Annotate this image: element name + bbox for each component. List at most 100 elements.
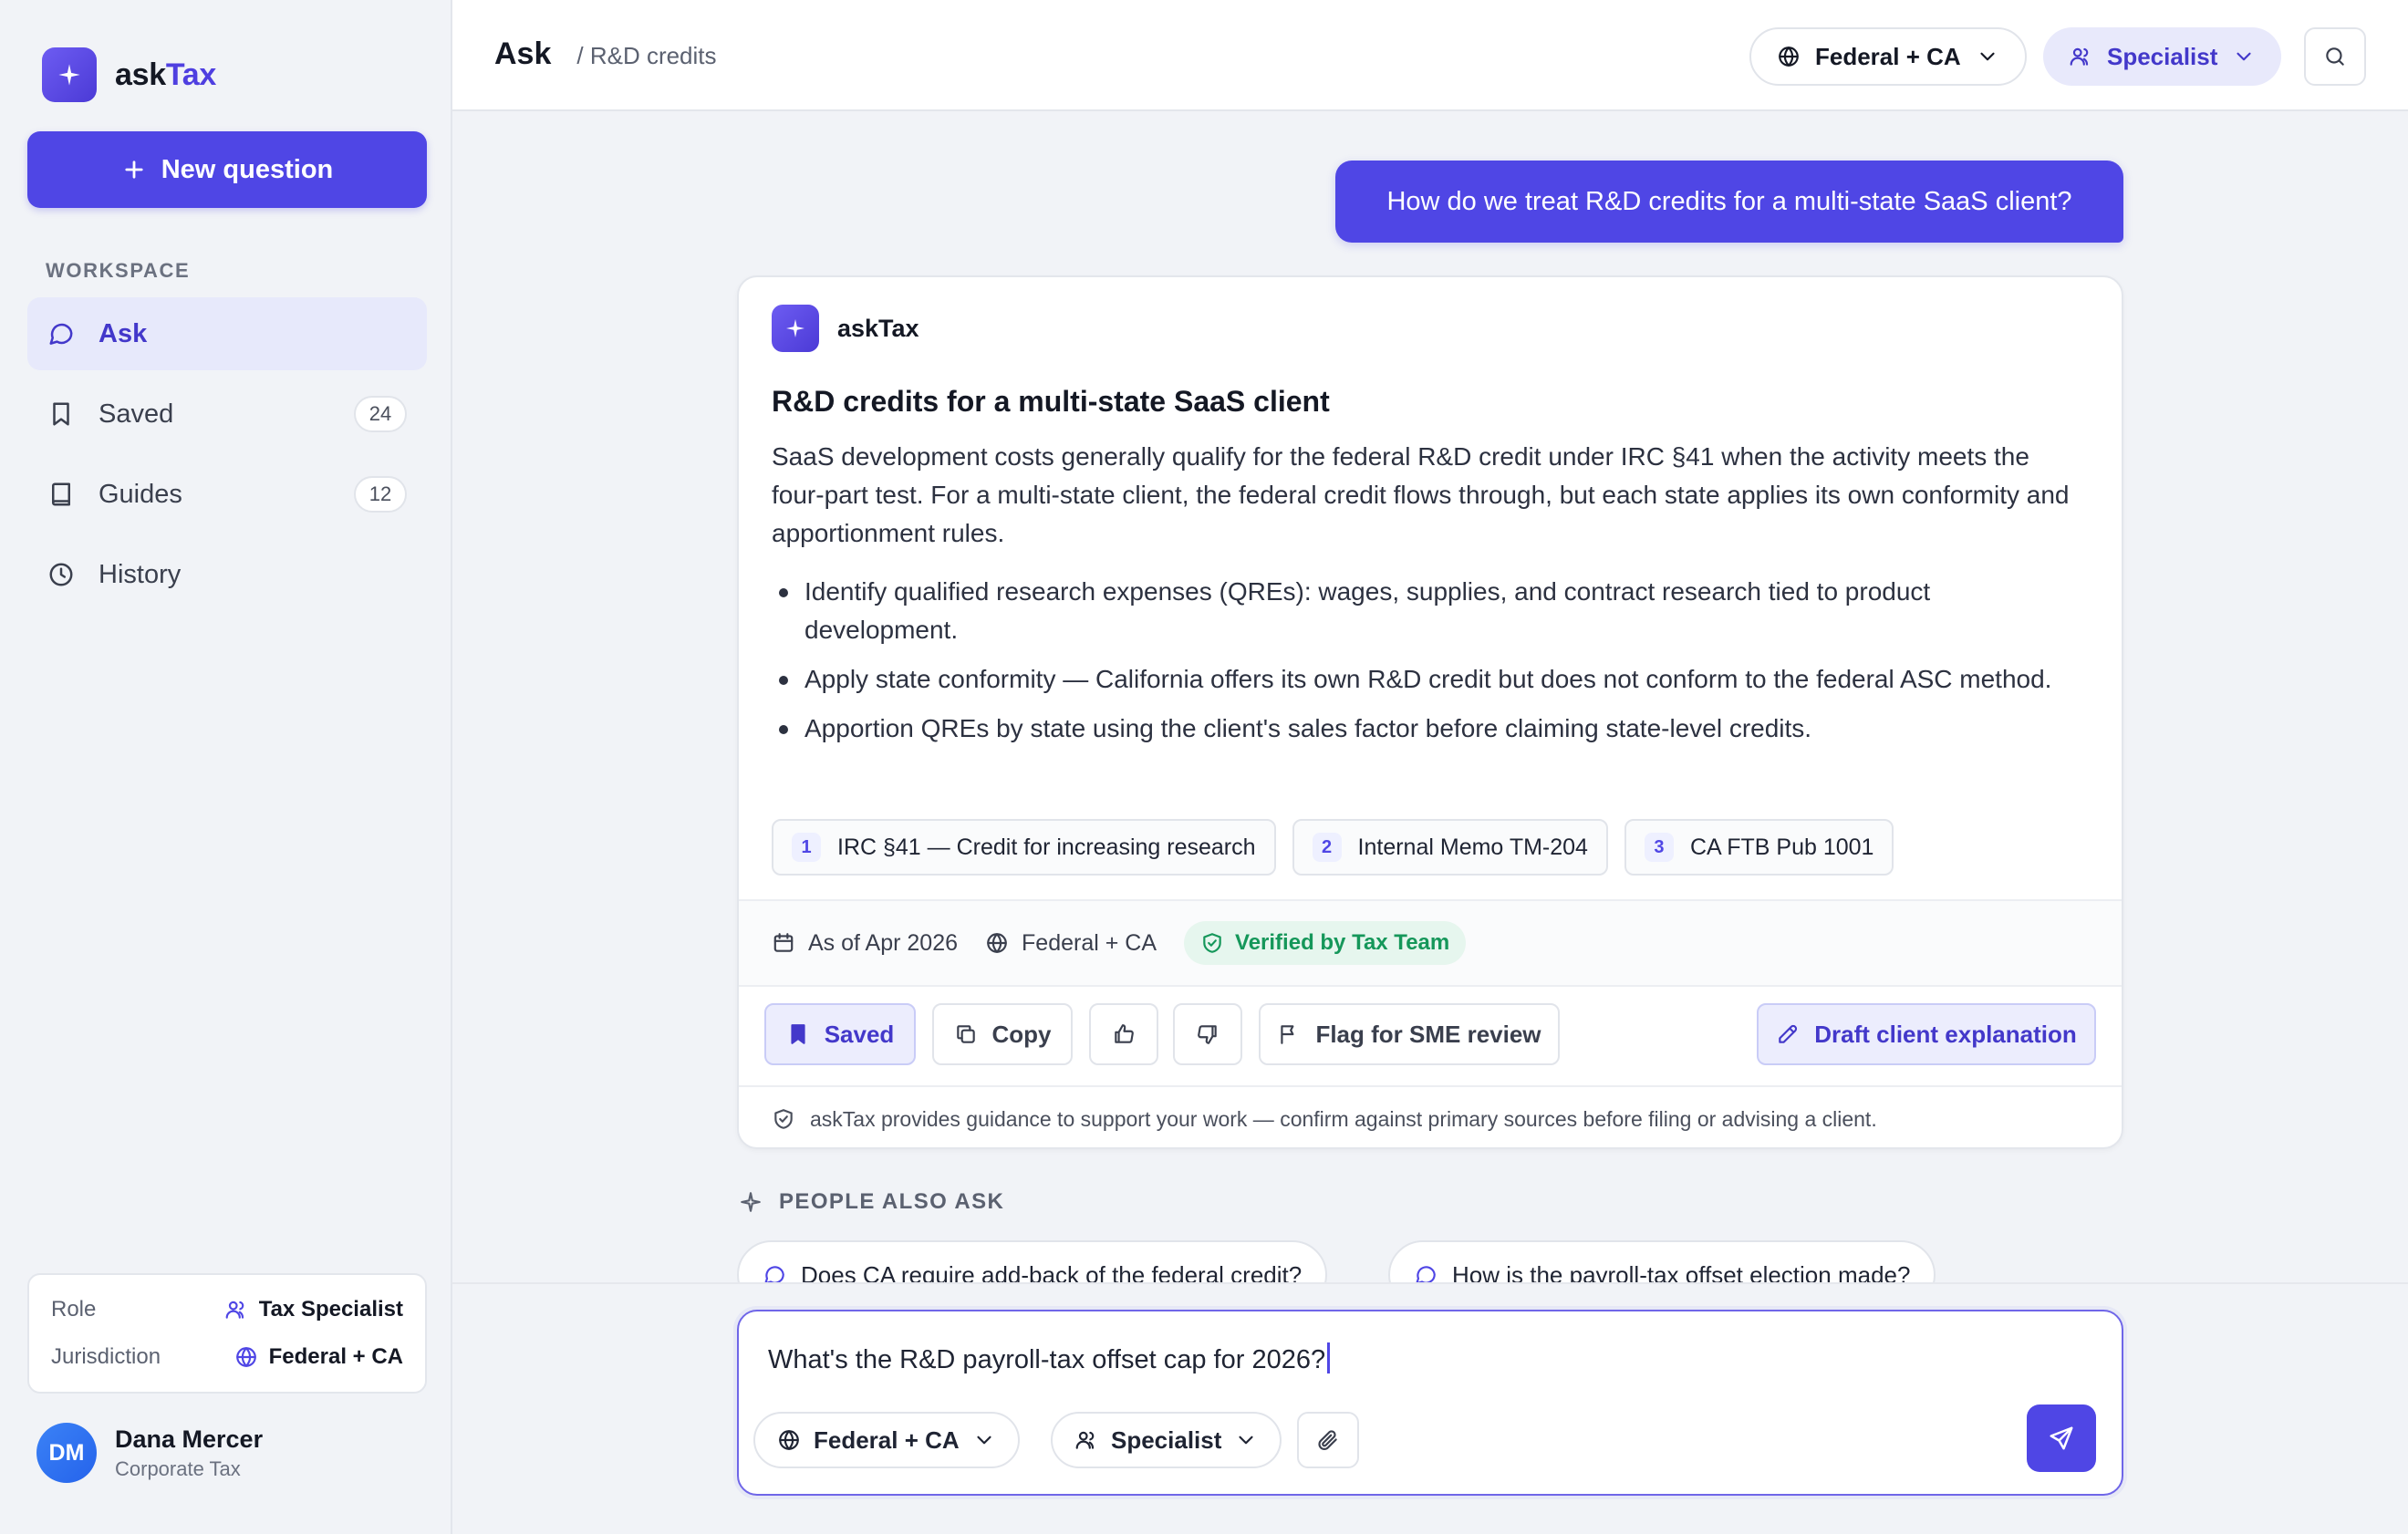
answer-actions: Saved Copy Flag for SME review Draft cli… — [764, 1003, 2100, 1065]
paperclip-icon — [1318, 1430, 1337, 1450]
suggestion-chip-2[interactable]: How is the payroll-tax offset election m… — [1388, 1240, 1936, 1284]
workspace-section-label: WORKSPACE — [46, 259, 191, 282]
answer-header: askTax — [772, 305, 919, 352]
book-icon — [52, 482, 70, 506]
jurisdiction-row: Jurisdiction Federal + CA — [51, 1333, 403, 1381]
jurisdiction-value: Federal + CA — [234, 1344, 403, 1370]
sidebar-item-guides[interactable]: Guides 12 — [27, 458, 427, 531]
composer-jurisdiction-dropdown[interactable]: Federal + CA — [753, 1412, 1020, 1468]
calendar-icon — [773, 933, 794, 952]
source-citations: 1 IRC §41 — Credit for increasing resear… — [772, 819, 1894, 876]
chevron-down-icon — [977, 1436, 991, 1445]
sidebar-item-ask[interactable]: Ask — [27, 297, 427, 370]
plus-icon — [125, 161, 143, 179]
flag-sme-review-button[interactable]: Flag for SME review — [1259, 1003, 1560, 1065]
chevron-down-icon — [2237, 52, 2251, 61]
jurisdiction-dropdown[interactable]: Federal + CA — [1749, 27, 2027, 86]
sparkle-icon — [772, 305, 819, 352]
user-name: Dana Mercer — [115, 1425, 264, 1453]
thumbs-up-icon — [1115, 1024, 1134, 1043]
as-of-date: As of Apr 2026 — [772, 930, 958, 957]
composer-role-dropdown[interactable]: Specialist — [1051, 1412, 1282, 1468]
brand-name: askTax — [115, 57, 216, 92]
bookmark-filled-icon — [791, 1024, 805, 1044]
attach-button[interactable] — [1297, 1412, 1359, 1468]
chevron-down-icon — [1980, 52, 1995, 61]
people-also-ask-list: Does CA require add-back of the federal … — [452, 1233, 2408, 1284]
answer-jurisdiction: Federal + CA — [985, 930, 1157, 957]
saved-count-badge: 24 — [354, 396, 407, 432]
user-info: Dana Mercer Corporate Tax — [115, 1425, 263, 1481]
saved-button[interactable]: Saved — [764, 1003, 916, 1065]
avatar: DM — [36, 1423, 97, 1483]
answer-title: R&D credits for a multi-state SaaS clien… — [772, 385, 1330, 418]
thumbs-down-button[interactable] — [1173, 1003, 1242, 1065]
role-dropdown[interactable]: Specialist — [2043, 27, 2282, 86]
chevron-down-icon — [1239, 1436, 1253, 1445]
question-input[interactable]: What's the R&D payroll-tax offset cap fo… — [768, 1342, 1331, 1375]
answer-disclaimer: askTax provides guidance to support your… — [739, 1085, 2122, 1147]
source-chip-3[interactable]: 3 CA FTB Pub 1001 — [1624, 819, 1894, 876]
send-button[interactable] — [2027, 1404, 2096, 1472]
user-message-bubble: How do we treat R&D credits for a multi-… — [1335, 161, 2123, 243]
bookmark-icon — [53, 402, 69, 426]
new-question-button[interactable]: New question — [27, 131, 427, 208]
sidebar: askTax New question WORKSPACE Ask Saved … — [0, 0, 452, 1534]
page-title: Ask — [494, 36, 552, 71]
draft-client-explanation-button[interactable]: Draft client explanation — [1757, 1003, 2096, 1065]
sidebar-item-saved[interactable]: Saved 24 — [27, 378, 427, 451]
search-icon — [2326, 47, 2344, 66]
breadcrumb-topic[interactable]: / R&D credits — [576, 42, 716, 70]
copy-icon — [956, 1025, 975, 1043]
answer-card: askTax R&D credits for a multi-state Saa… — [737, 275, 2123, 1149]
source-number: 2 — [1312, 833, 1342, 862]
users-icon — [225, 1301, 244, 1319]
answer-author: askTax — [837, 314, 919, 342]
source-chip-2[interactable]: 2 Internal Memo TM-204 — [1292, 819, 1608, 876]
source-label: CA FTB Pub 1001 — [1689, 834, 1874, 860]
sparkle-logo-icon — [42, 47, 97, 102]
answer-body: SaaS development costs generally qualify… — [772, 442, 2070, 547]
guides-count-badge: 12 — [354, 476, 407, 513]
source-chip-1[interactable]: 1 IRC §41 — Credit for increasing resear… — [772, 819, 1276, 876]
sidebar-nav: Ask Saved 24 Guides 12 History — [27, 297, 427, 618]
jurisdiction-label: Jurisdiction — [51, 1344, 161, 1369]
context-card[interactable]: Role Tax Specialist Jurisdiction Federal… — [27, 1273, 427, 1394]
role-label: Role — [51, 1297, 97, 1322]
chat-bubble-icon — [1416, 1266, 1436, 1284]
thumbs-down-icon — [1198, 1025, 1217, 1044]
list-item: Identify qualified research expenses (QR… — [772, 573, 2085, 649]
breadcrumb: Ask / R&D credits — [494, 36, 717, 72]
answer-meta-bar: As of Apr 2026 Federal + CA Verified by … — [739, 899, 2122, 987]
globe-icon — [987, 933, 1007, 953]
send-icon — [2050, 1426, 2073, 1450]
copy-button[interactable]: Copy — [932, 1003, 1073, 1065]
shield-check-icon — [1203, 933, 1221, 953]
role-row: Role Tax Specialist — [51, 1286, 403, 1333]
globe-icon — [235, 1347, 256, 1367]
top-header: Ask / R&D credits Federal + CA Specialis… — [452, 0, 2408, 111]
sidebar-item-history[interactable]: History — [27, 538, 427, 611]
list-item: Apportion QREs by state using the client… — [772, 710, 2085, 748]
source-number: 1 — [792, 833, 821, 862]
users-icon — [2070, 47, 2089, 66]
user-team: Corporate Tax — [115, 1456, 241, 1480]
chat-bubble-icon — [49, 323, 73, 345]
source-number: 3 — [1644, 833, 1674, 862]
chat-bubble-icon — [764, 1266, 784, 1284]
shield-check-icon — [774, 1109, 793, 1129]
suggestion-chip-1[interactable]: Does CA require add-back of the federal … — [737, 1240, 1328, 1284]
globe-icon — [779, 1430, 799, 1450]
search-button[interactable] — [2304, 27, 2366, 86]
thumbs-up-button[interactable] — [1089, 1003, 1158, 1065]
question-composer[interactable]: What's the R&D payroll-tax offset cap fo… — [737, 1310, 2123, 1496]
answer-bullets: Identify qualified research expenses (QR… — [772, 573, 2085, 759]
globe-icon — [1779, 47, 1799, 67]
pencil-icon — [1779, 1024, 1798, 1043]
brand[interactable]: askTax — [42, 47, 216, 102]
people-also-ask-heading: PEOPLE ALSO ASK — [739, 1189, 1004, 1215]
user-profile[interactable]: DM Dana Mercer Corporate Tax — [36, 1423, 263, 1483]
list-item: Apply state conformity — California offe… — [772, 660, 2085, 699]
source-label: Internal Memo TM-204 — [1357, 834, 1588, 860]
source-label: IRC §41 — Credit for increasing research — [837, 834, 1256, 860]
